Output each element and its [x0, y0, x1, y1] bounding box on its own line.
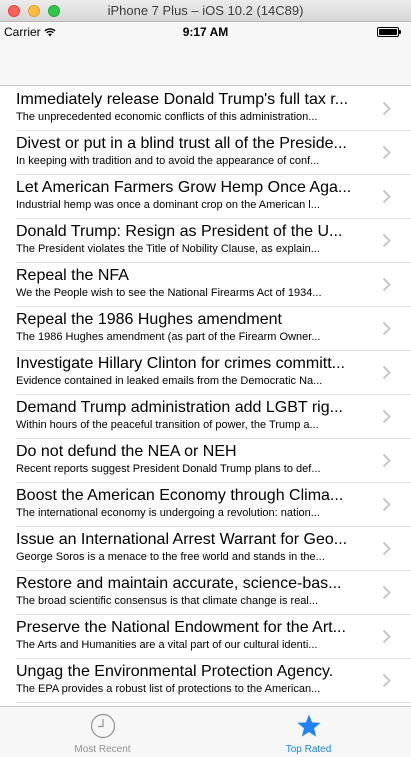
petition-row[interactable]: Investigate Hillary Clinton for crimes c…	[0, 351, 411, 395]
petition-title: Let American Farmers Grow Hemp Once Aga.…	[16, 179, 352, 196]
petition-summary: The EPA provides a robust list of protec…	[16, 683, 321, 695]
petition-summary: The 1986 Hughes amendment (as part of th…	[16, 331, 321, 343]
petition-row[interactable]: Demand Trump administration add LGBT rig…	[0, 395, 411, 439]
petition-title: Restore and maintain accurate, science-b…	[16, 575, 342, 592]
chevron-right-icon	[382, 277, 391, 292]
petition-title: Ungag the Environmental Protection Agenc…	[16, 663, 334, 680]
chevron-right-icon	[382, 145, 391, 160]
star-icon	[296, 714, 321, 737]
chevron-right-icon	[382, 321, 391, 336]
chevron-right-icon	[382, 453, 391, 468]
petition-row[interactable]: Divest or put in a blind trust all of th…	[0, 131, 411, 175]
petition-row[interactable]: Boost the American Economy through Clima…	[0, 483, 411, 527]
tab-most-recent[interactable]: Most Recent	[0, 707, 205, 757]
petition-list[interactable]: Immediately release Donald Trump's full …	[0, 87, 411, 705]
tab-top-rated-label: Top Rated	[285, 744, 332, 755]
petition-summary: Evidence contained in leaked emails from…	[16, 375, 323, 387]
petition-summary: The broad scientific consensus is that c…	[16, 595, 319, 607]
tab-most-recent-label: Most Recent	[74, 744, 131, 755]
petition-summary: The President violates the Title of Nobi…	[16, 243, 320, 255]
petition-summary: Within hours of the peaceful transition …	[16, 419, 319, 431]
petition-summary: The international economy is undergoing …	[16, 507, 320, 519]
chevron-right-icon	[382, 497, 391, 512]
petition-summary: The unprecedented economic conflicts of …	[16, 111, 318, 123]
tab-bar: Most Recent Top Rated	[0, 706, 411, 757]
window-title: iPhone 7 Plus – iOS 10.2 (14C89)	[107, 3, 304, 18]
petition-title: Do not defund the NEA or NEH	[16, 443, 237, 460]
navigation-bar	[0, 42, 411, 86]
petition-summary: Recent reports suggest President Donald …	[16, 463, 321, 475]
status-time: 9:17 AM	[182, 25, 229, 39]
petition-title: Repeal the NFA	[16, 267, 129, 284]
petition-title: Repeal the 1986 Hughes amendment	[16, 311, 282, 328]
petition-row[interactable]: Do not defund the NEA or NEH Recent repor…	[0, 439, 411, 483]
petition-title: Investigate Hillary Clinton for crimes c…	[16, 355, 345, 372]
battery-icon	[377, 27, 401, 37]
chevron-right-icon	[382, 101, 391, 116]
chevron-right-icon	[382, 409, 391, 424]
chevron-right-icon	[382, 629, 391, 644]
petition-title: Divest or put in a blind trust all of th…	[16, 135, 347, 152]
petition-title: Preserve the National Endowment for the …	[16, 619, 346, 636]
tab-top-rated[interactable]: Top Rated	[206, 707, 411, 757]
status-bar: Carrier 9:17 AM	[0, 22, 411, 42]
chevron-right-icon	[382, 673, 391, 688]
petition-title: Donald Trump: Resign as President of the…	[16, 223, 343, 240]
petition-summary: Industrial hemp was once a dominant crop…	[16, 199, 320, 211]
petition-row[interactable]: Ungag the Environmental Protection Agenc…	[0, 659, 411, 703]
petition-title: Immediately release Donald Trump's full …	[16, 91, 349, 108]
simulator-title-bar: iPhone 7 Plus – iOS 10.2 (14C89)	[0, 0, 411, 22]
chevron-right-icon	[382, 585, 391, 600]
petition-row[interactable]: Donald Trump: Resign as President of the…	[0, 219, 411, 263]
petition-row[interactable]: Let American Farmers Grow Hemp Once Aga.…	[0, 175, 411, 219]
petition-summary: In keeping with tradition and to avoid t…	[16, 155, 320, 167]
chevron-right-icon	[382, 189, 391, 204]
petition-row[interactable]: Immediately release Donald Trump's full …	[0, 87, 411, 131]
chevron-right-icon	[382, 541, 391, 556]
battery-fill	[379, 29, 397, 35]
petition-summary: George Soros is a menace to the free wor…	[16, 551, 325, 563]
petition-row[interactable]: Repeal the 1986 Hughes amendment The 1986…	[0, 307, 411, 351]
petition-title: Boost the American Economy through Clima…	[16, 487, 344, 504]
petition-row[interactable]: Repeal the NFA We the People wish to see …	[0, 263, 411, 307]
clock-icon	[90, 713, 115, 739]
petition-summary: We the People wish to see the National F…	[16, 287, 322, 299]
petition-title: Demand Trump administration add LGBT rig…	[16, 399, 343, 416]
chevron-right-icon	[382, 233, 391, 248]
petition-row[interactable]: Preserve the National Endowment for the …	[0, 615, 411, 659]
petition-title: Issue an International Arrest Warrant fo…	[16, 531, 348, 548]
petition-row[interactable]: Restore and maintain accurate, science-b…	[0, 571, 411, 615]
petition-summary: The Arts and Humanities are a vital part…	[16, 639, 318, 651]
chevron-right-icon	[382, 365, 391, 380]
petition-row[interactable]: Issue an International Arrest Warrant fo…	[0, 527, 411, 571]
